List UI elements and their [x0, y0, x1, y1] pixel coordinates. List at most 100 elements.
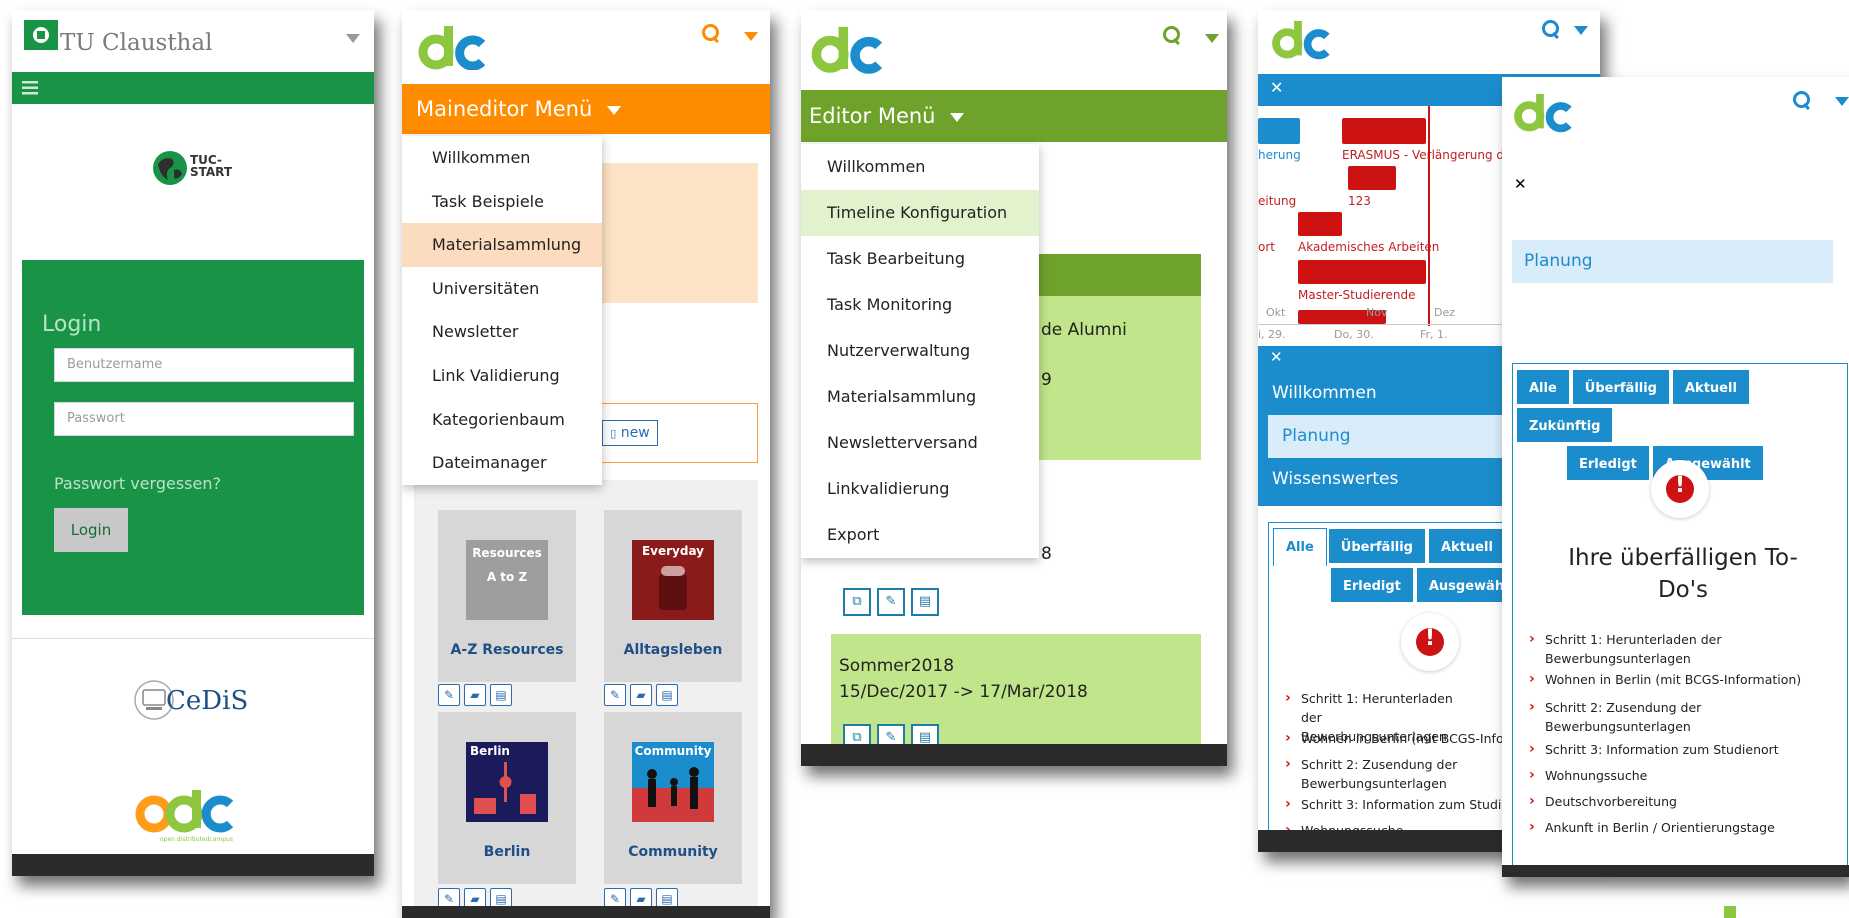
chevron-down-icon[interactable] [744, 32, 758, 41]
todo-item[interactable]: › Schritt 2: Zusendung der Bewerbungsunte… [1529, 698, 1745, 736]
axis-month: Okt [1266, 306, 1286, 319]
folder-icon[interactable]: ▰ [630, 684, 652, 706]
todo-item[interactable]: › Schritt 2: Zusendung der Bewerbungsunte… [1285, 755, 1471, 793]
menu-item-task-monitoring[interactable]: Task Monitoring [801, 282, 1039, 328]
todo-item[interactable]: › Schritt 3: Information zum Studi [1285, 795, 1501, 814]
caret-down-icon[interactable] [1512, 155, 1522, 161]
header [1258, 10, 1600, 74]
menu-item-task-bearbeitung[interactable]: Task Bearbeitung [801, 236, 1039, 282]
close-icon[interactable]: ✕ [1270, 78, 1283, 97]
tab-aktuell[interactable]: Aktuell [1427, 527, 1507, 565]
community-thumbnail: Community [632, 742, 714, 822]
todo-item[interactable]: › Schritt 1: Herunterladen der Bewerbungs… [1529, 630, 1745, 668]
menu-bar[interactable]: Editor Menü [801, 90, 1227, 142]
menu-item-willkommen[interactable]: Willkommen [402, 136, 602, 180]
card-community[interactable]: Community Community [604, 712, 742, 884]
password-field[interactable]: Passwort [54, 402, 354, 436]
tab-alle[interactable]: Alle [1515, 368, 1571, 406]
menu-bar[interactable]: Maineditor Menü [402, 84, 770, 134]
axis-day: Fr, 1. [1420, 328, 1448, 341]
folder-icon[interactable]: ▰ [464, 684, 486, 706]
todo-label: Schritt 2: Zusendung der Bewerbungsunter… [1545, 700, 1702, 734]
card-alltagsleben[interactable]: Everyday Alltagsleben [604, 510, 742, 682]
axis-month: Dez [1434, 306, 1456, 319]
gantt-bar[interactable] [1342, 118, 1426, 144]
card-a-z-resources[interactable]: Resources A to Z A-Z Resources [438, 510, 576, 682]
menu-item-materialsammlung[interactable]: Materialsammlung [402, 223, 602, 267]
menu-item-newsletterversand[interactable]: Newsletterversand [801, 420, 1039, 466]
chevron-down-icon[interactable] [1835, 97, 1849, 106]
hamburger-menu-icon[interactable] [22, 81, 38, 95]
menu-item-timeline-konfiguration[interactable]: Timeline Konfiguration [801, 190, 1039, 236]
menu-item-newsletter[interactable]: Newsletter [402, 310, 602, 354]
edit-icon[interactable]: ✎ [877, 588, 905, 616]
tab-zukuenftig[interactable]: Zukünftig [1515, 406, 1615, 444]
menu-item-kategorienbaum[interactable]: Kategorienbaum [402, 398, 602, 442]
menu-item-link-validierung[interactable]: Link Validierung [402, 354, 602, 398]
menu-item-universitaeten[interactable]: Universitäten [402, 267, 602, 311]
odc-caption: open distributedcampus [160, 836, 233, 843]
todo-item[interactable]: › Wohnen in Berlin (mit BCGS-Info [1285, 729, 1504, 748]
header [801, 10, 1227, 90]
nav-item-willkommen[interactable]: Willkommen [1502, 197, 1849, 240]
maineditor-dropdown: Willkommen Task Beispiele Materialsammlu… [402, 136, 602, 485]
search-icon[interactable] [1542, 20, 1560, 38]
gantt-label: Master-Studierende [1298, 288, 1416, 302]
todo-item[interactable]: › Schritt 3: Information zum Studienort [1529, 740, 1779, 759]
trash-icon[interactable]: ▤ [490, 684, 512, 706]
menu-item-nutzerverwaltung[interactable]: Nutzerverwaltung [801, 328, 1039, 374]
tab-ueberfaellig[interactable]: Überfällig [1570, 368, 1671, 406]
card-berlin[interactable]: Berlin Berlin [438, 712, 576, 884]
todo-item[interactable]: › Wohnen in Berlin (mit BCGS-Information) [1529, 670, 1801, 689]
tab-erledigt[interactable]: Erledigt [1329, 566, 1415, 604]
chevron-down-icon[interactable] [1574, 26, 1588, 35]
tab-alle[interactable]: Alle [1273, 528, 1327, 566]
forgot-password-link[interactable]: Passwort vergessen? [54, 474, 221, 493]
search-icon[interactable] [1163, 26, 1181, 44]
gantt-bar[interactable] [1298, 212, 1342, 236]
search-icon[interactable] [702, 24, 720, 42]
edit-icon[interactable]: ✎ [604, 684, 626, 706]
username-field[interactable]: Benutzername [54, 348, 354, 382]
trash-icon[interactable]: ▤ [656, 684, 678, 706]
chevron-right-icon: › [1529, 793, 1535, 809]
globe-icon [153, 151, 187, 185]
gantt-bar[interactable] [1348, 166, 1396, 190]
todo-heading: Ihre überfälligen To-Do's [1568, 545, 1798, 603]
chevron-down-icon[interactable] [346, 34, 360, 43]
tab-erledigt[interactable]: Erledigt [1565, 444, 1651, 482]
login-button[interactable]: Login [54, 508, 128, 552]
gantt-label: herung [1258, 148, 1301, 162]
nav-item-wissenswertes[interactable]: Wissenswertes [1502, 283, 1849, 326]
menu-item-materialsammlung[interactable]: Materialsammlung [801, 374, 1039, 420]
gantt-bar[interactable] [1258, 118, 1300, 144]
content-panel [602, 163, 758, 303]
todo-item[interactable]: › Deutschvorbereitung [1529, 792, 1677, 811]
menu-item-task-beispiele[interactable]: Task Beispiele [402, 180, 602, 224]
todo-item[interactable]: › Ankunft in Berlin / Orientierungstage [1529, 818, 1775, 837]
trash-icon[interactable]: ▤ [911, 588, 939, 616]
tab-aktuell[interactable]: Aktuell [1671, 368, 1751, 406]
copy-icon[interactable]: ⧉ [843, 588, 871, 616]
menu-item-linkvalidierung[interactable]: Linkvalidierung [801, 466, 1039, 512]
search-icon[interactable] [1793, 91, 1811, 109]
tv-tower-icon [474, 762, 536, 814]
card-tools: ⧉ ✎ ▤ [843, 588, 945, 616]
dc-logo-icon [811, 26, 883, 74]
menu-item-export[interactable]: Export [801, 512, 1039, 558]
tab-ueberfaellig[interactable]: Überfällig [1326, 527, 1427, 565]
new-label: new [620, 425, 650, 441]
todo-item[interactable]: › Wohnungssuche [1529, 766, 1647, 785]
phone-editor: Editor Menü de Alumni 9 8 ⧉ ✎ ▤ Sommer2018… [801, 10, 1227, 766]
chevron-down-icon[interactable] [1205, 34, 1219, 43]
menu-item-dateimanager[interactable]: Dateimanager [402, 441, 602, 485]
menu-title: Editor Menü [809, 104, 936, 128]
close-icon[interactable]: ✕ [1502, 171, 1849, 197]
card-label: A-Z Resources [450, 642, 564, 658]
new-button[interactable]: ▯ new [602, 420, 658, 446]
edit-icon[interactable]: ✎ [438, 684, 460, 706]
gantt-bar[interactable] [1298, 260, 1426, 284]
refresh-icon[interactable]: ⟳ [1833, 149, 1845, 165]
nav-item-planung[interactable]: Planung [1512, 240, 1833, 283]
menu-item-willkommen[interactable]: Willkommen [801, 144, 1039, 190]
